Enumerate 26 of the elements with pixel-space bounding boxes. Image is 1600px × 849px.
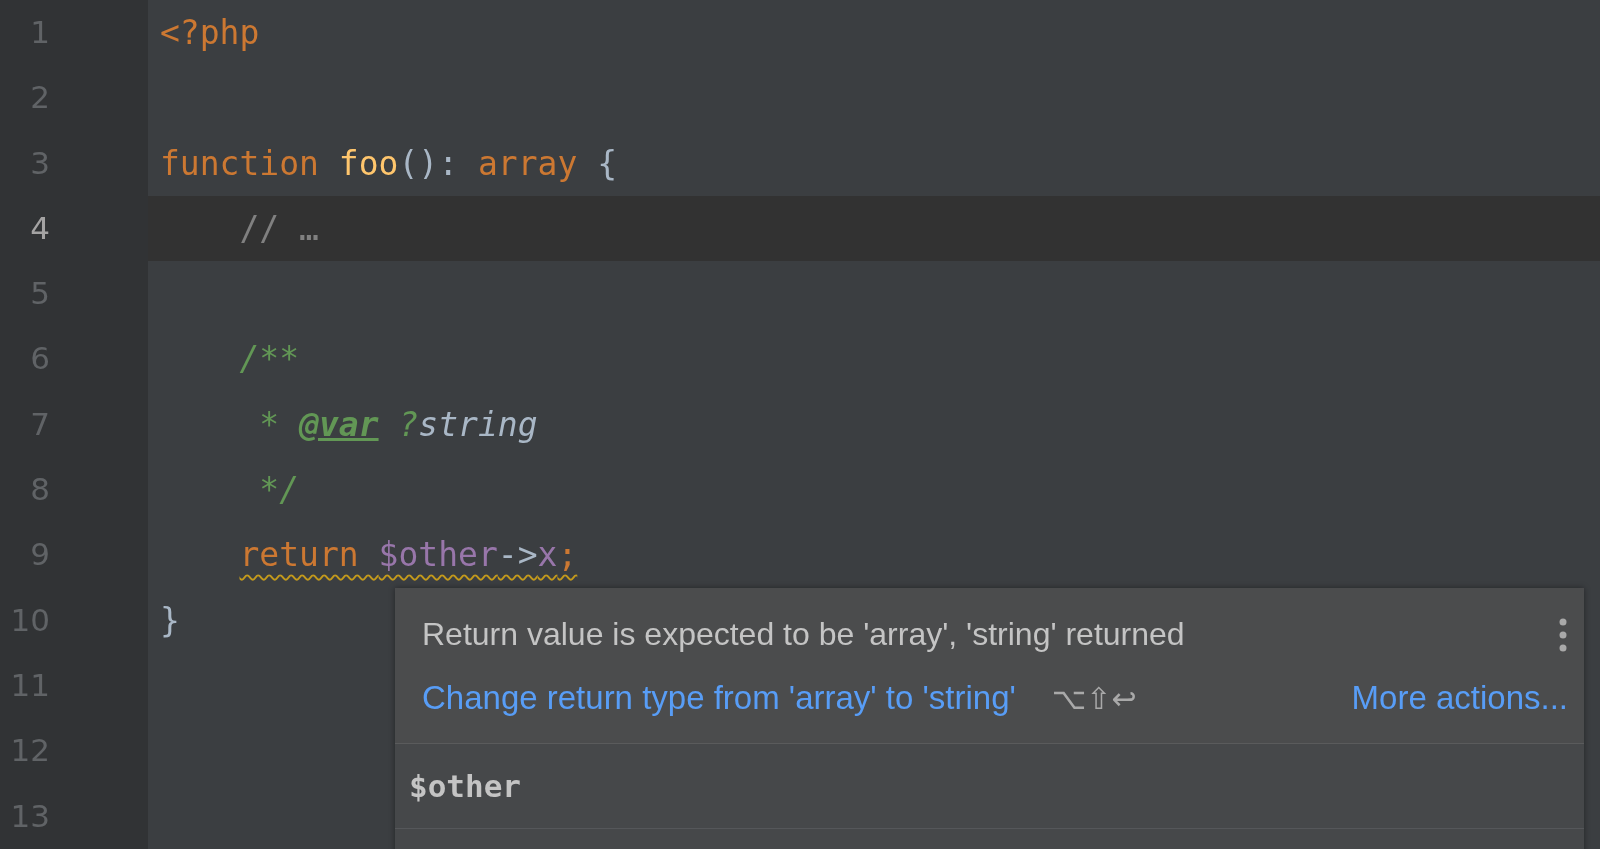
code-text: -> xyxy=(497,535,538,575)
keyword: array xyxy=(477,143,579,183)
keyboard-shortcut: ⌥⇧↩ xyxy=(1051,680,1137,716)
keyword: function xyxy=(160,143,320,183)
quick-fix-link[interactable]: Change return type from 'array' to 'string' xyxy=(422,679,1016,717)
doc-comment: /** xyxy=(238,339,300,379)
code-text: } xyxy=(160,600,180,640)
doc-comment: * xyxy=(258,404,281,444)
more-options-icon[interactable] xyxy=(1558,617,1568,652)
variable: $other xyxy=(378,535,498,575)
function-name: foo xyxy=(338,143,399,183)
variable: x xyxy=(537,535,558,575)
doc-comment: ? xyxy=(397,404,419,444)
doc-tag: @var xyxy=(299,404,379,444)
warning-message: Return value is expected to be 'array', 'string' returned xyxy=(422,616,1185,653)
comment: // … xyxy=(238,208,319,248)
code-text: (): xyxy=(398,143,460,183)
doc-comment: */ xyxy=(258,470,300,510)
doc-type: string xyxy=(418,404,538,444)
keyword: ; xyxy=(557,535,578,575)
symbol-name: $other xyxy=(409,768,521,804)
keyword: return xyxy=(238,535,360,575)
keyword: <?php xyxy=(160,13,260,52)
more-actions-link[interactable]: More actions... xyxy=(1351,679,1568,717)
code-text: { xyxy=(597,143,617,183)
line-number: 4 xyxy=(29,208,50,248)
